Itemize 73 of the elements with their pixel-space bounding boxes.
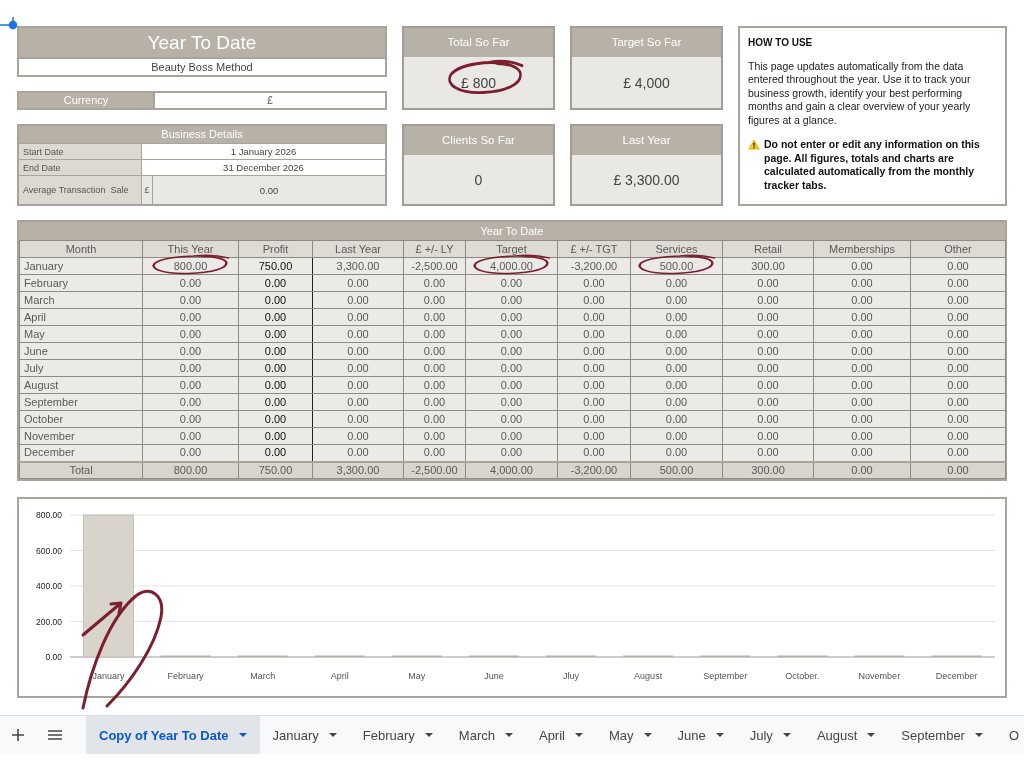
x-axis-label: October. [785,671,820,681]
x-axis-label: February [167,671,204,681]
kpi-label: Clients So Far [404,126,553,155]
y-axis-label: 400.00 [36,581,62,591]
panel-title: Business Details [19,126,385,143]
x-axis-label: November [858,671,901,681]
instructions-text: This page updates automatically from the data entered throughout the year. Use it to track your business growth, identify your best performing months and gain a clear overview of your yearly figures at a glance. [748,59,972,127]
column-header: Profit [238,240,313,258]
column-header: Services [630,240,723,258]
sheet-tab[interactable]: O [995,716,1020,754]
warning-icon [748,139,760,150]
currency-label: Currency [19,93,153,108]
column-header: £ +/- LY [403,240,466,258]
total-cell: 750.00 [238,461,313,479]
total-cell: 800.00 [142,461,239,479]
total-cell: 0.00 [813,461,911,479]
currency-symbol: £ [142,176,153,204]
x-axis-label: Jluy [563,671,580,681]
x-axis-label: April [330,671,349,681]
kpi-label: Target So Far [572,28,721,57]
kpi-label: Total So Far [404,28,553,57]
x-axis-label: September [703,671,748,681]
detail-label: Start Date [19,144,142,159]
table-title: Year To Date [19,222,1005,240]
column-header: Other [910,240,1006,258]
sheet-tab[interactable]: April [525,716,596,754]
sheet-tab[interactable]: June [664,716,737,754]
y-axis-label: 0.00 [45,652,62,662]
page-title: Year To Date [19,28,385,57]
total-cell: -2,500.00 [403,461,466,479]
total-cell: 4,000.00 [465,461,558,479]
sheet-tab[interactable]: February [349,716,446,754]
x-axis-label: March [250,671,276,681]
y-axis-label: 600.00 [36,545,62,556]
panel-heading: HOW TO USE [748,36,814,50]
kpi-label: Last Year [572,126,721,155]
business-name: Beauty Boss Method [19,57,385,75]
kpi-value: £ 3,300.00 [613,171,680,188]
column-header: Memberships [813,240,911,258]
y-axis-label: 800.00 [36,510,62,520]
detail-label: Average Transaction Sale [19,176,142,204]
total-cell: 3,300.00 [312,461,404,479]
detail-value: 0.00 [153,176,385,204]
total-cell: 500.00 [630,461,723,479]
detail-label: End Date [19,160,142,175]
y-axis-label: 200.00 [36,616,62,627]
sheet-tab[interactable]: Copy of Year To Date [86,716,260,754]
total-cell: 300.00 [722,461,814,479]
column-header: Month [19,240,143,258]
total-cell: -3,200.00 [557,461,631,479]
kpi-value: 0 [474,171,483,188]
x-axis-label: August [634,671,663,681]
column-header: £ +/- TGT [557,240,631,258]
warning-text: Do not enter or edit any information on this page. All figures, totals and charts are calculated automatically from the monthly tracker tabs. [764,138,981,192]
sheet-tab[interactable]: March [445,716,526,754]
sheet-tab[interactable]: July [736,716,804,754]
column-header: This Year [142,240,239,258]
x-axis-label: December [935,671,978,681]
sheet-tab[interactable]: September [888,716,996,754]
kpi-value: £ 4,000 [623,74,670,91]
sheet-tab[interactable]: May [596,716,665,754]
total-cell: 0.00 [910,461,1006,479]
sheet-tab[interactable]: August [803,716,889,754]
x-axis-label: May [408,671,426,681]
column-header: Target [465,240,558,258]
total-label: Total [19,461,143,479]
column-header: Last Year [312,240,404,258]
kpi-value: £ 800 [460,74,496,91]
x-axis-label: January [92,671,125,681]
x-axis-label: June [484,671,504,681]
sheet-tab[interactable]: January [259,716,350,754]
selection-handle-icon [0,17,18,30]
column-header: Retail [722,240,814,258]
